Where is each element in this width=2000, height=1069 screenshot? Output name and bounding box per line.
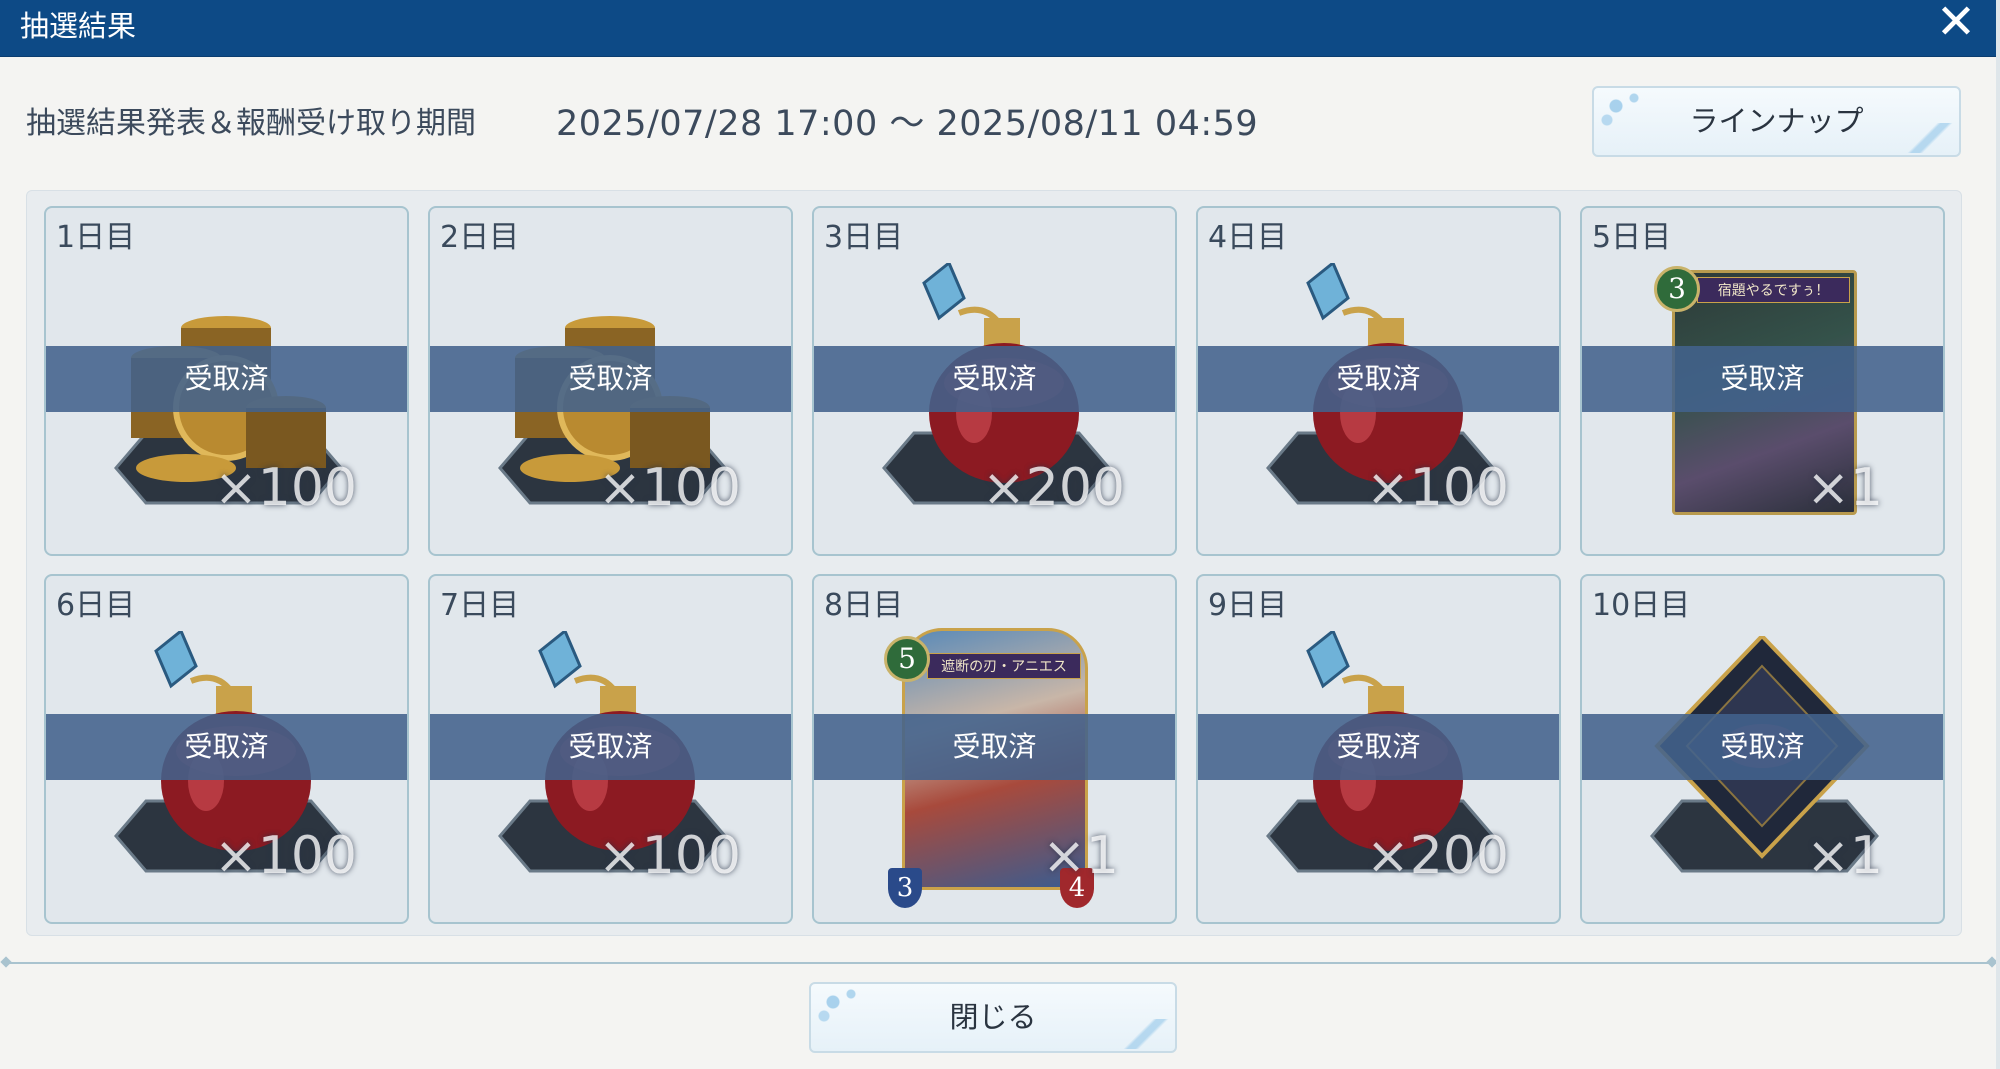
quantity: ×100 bbox=[598, 826, 741, 886]
card-attack: 3 bbox=[888, 868, 922, 908]
reward-card-day7[interactable]: 7日目 受取済 ×100 bbox=[428, 574, 793, 924]
day-label: 1日目 bbox=[56, 220, 136, 255]
reward-card-day2[interactable]: 2日目 受取済 ×100 bbox=[428, 206, 793, 556]
sparkle-decoration bbox=[1905, 123, 1955, 153]
quantity: ×1 bbox=[1042, 826, 1119, 886]
reward-card-day8[interactable]: 8日目 遮断の刃・アニエス 5 3 4 受取済 ×1 bbox=[812, 574, 1177, 924]
received-badge: 受取済 bbox=[1582, 714, 1943, 780]
close-button[interactable]: 閉じる bbox=[809, 982, 1177, 1053]
reward-card-day5[interactable]: 5日目 宿題やるですぅ！ 3 受取済 ×1 bbox=[1580, 206, 1945, 556]
reward-card-day1[interactable]: 1日目 受取済 ×100 bbox=[44, 206, 409, 556]
titlebar: 抽選結果 ✕ bbox=[0, 0, 1998, 57]
day-label: 8日目 bbox=[824, 588, 904, 623]
quantity: ×100 bbox=[214, 826, 357, 886]
received-badge: 受取済 bbox=[814, 714, 1175, 780]
reward-card-day4[interactable]: 4日目 受取済 ×100 bbox=[1196, 206, 1561, 556]
reward-card-day10[interactable]: 10日目 受取済 ×1 bbox=[1580, 574, 1945, 924]
day-label: 6日目 bbox=[56, 588, 136, 623]
quantity: ×200 bbox=[982, 458, 1125, 518]
close-button-label: 閉じる bbox=[949, 1000, 1037, 1034]
received-badge: 受取済 bbox=[46, 714, 407, 780]
card-name: 宿題やるですぅ！ bbox=[1697, 277, 1850, 303]
card-cost: 3 bbox=[1654, 266, 1700, 312]
day-label: 7日目 bbox=[440, 588, 520, 623]
day-label: 10日目 bbox=[1592, 588, 1691, 623]
quantity: ×100 bbox=[1366, 458, 1509, 518]
card-cost: 5 bbox=[884, 636, 930, 682]
lineup-button[interactable]: ラインナップ bbox=[1592, 86, 1961, 157]
divider bbox=[4, 962, 1994, 964]
day-label: 3日目 bbox=[824, 220, 904, 255]
received-badge: 受取済 bbox=[430, 346, 791, 412]
sparkle-decoration bbox=[1121, 1019, 1171, 1049]
close-icon[interactable]: ✕ bbox=[1928, 0, 1984, 46]
quantity: ×1 bbox=[1806, 458, 1883, 518]
received-badge: 受取済 bbox=[1582, 346, 1943, 412]
sparkle-decoration bbox=[1598, 90, 1658, 130]
reward-card-day9[interactable]: 9日目 受取済 ×200 bbox=[1196, 574, 1561, 924]
received-badge: 受取済 bbox=[814, 346, 1175, 412]
reward-card-day6[interactable]: 6日目 受取済 ×100 bbox=[44, 574, 409, 924]
card-name: 遮断の刃・アニエス bbox=[927, 653, 1081, 679]
period-label: 抽選結果発表＆報酬受け取り期間 bbox=[26, 106, 476, 141]
day-label: 9日目 bbox=[1208, 588, 1288, 623]
quantity: ×100 bbox=[214, 458, 357, 518]
dialog-title: 抽選結果 bbox=[20, 9, 137, 43]
received-badge: 受取済 bbox=[46, 346, 407, 412]
quantity: ×1 bbox=[1806, 826, 1883, 886]
day-label: 5日目 bbox=[1592, 220, 1672, 255]
quantity: ×100 bbox=[598, 458, 741, 518]
lottery-result-dialog: 抽選結果 ✕ 抽選結果発表＆報酬受け取り期間 2025/07/28 17:00 … bbox=[0, 0, 2000, 1069]
reward-grid: 1日目 受取済 ×100 2日目 受取済 ×100 3日目 受取済 ×200 4… bbox=[26, 190, 1962, 936]
period-value: 2025/07/28 17:00 ～ 2025/08/11 04:59 bbox=[556, 104, 1259, 144]
received-badge: 受取済 bbox=[1198, 346, 1559, 412]
quantity: ×200 bbox=[1366, 826, 1509, 886]
sparkle-decoration bbox=[815, 986, 875, 1026]
lineup-button-label: ラインナップ bbox=[1689, 104, 1864, 138]
day-label: 4日目 bbox=[1208, 220, 1288, 255]
reward-card-day3[interactable]: 3日目 受取済 ×200 bbox=[812, 206, 1177, 556]
window-edge bbox=[1996, 0, 2000, 1069]
day-label: 2日目 bbox=[440, 220, 520, 255]
received-badge: 受取済 bbox=[430, 714, 791, 780]
received-badge: 受取済 bbox=[1198, 714, 1559, 780]
